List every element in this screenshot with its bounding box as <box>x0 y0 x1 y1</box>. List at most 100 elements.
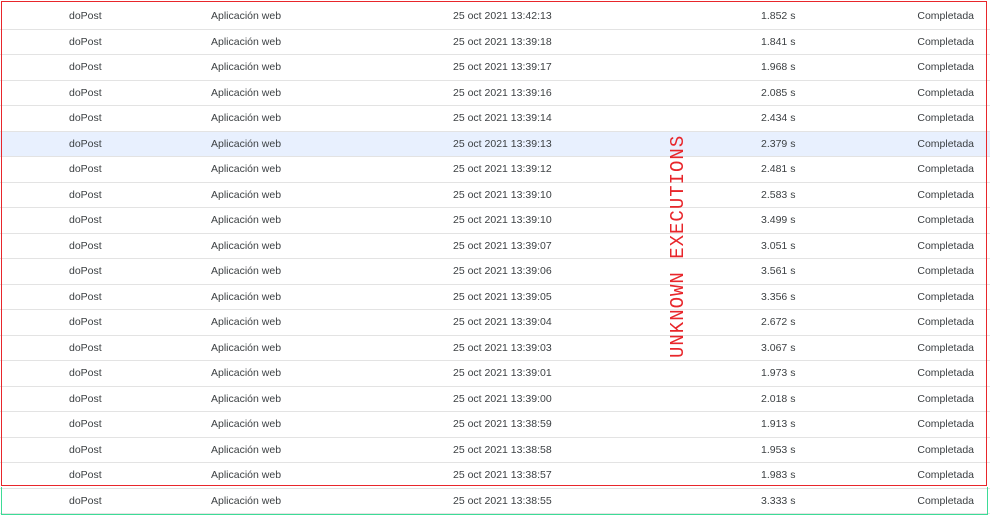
unknown-executions-annotation: UNKNOWN EXECUTIONS <box>667 134 689 358</box>
row-function: doPost <box>69 290 102 303</box>
row-status: Completada <box>917 290 974 303</box>
row-duration: 1.983 s <box>761 469 796 481</box>
row-type: Aplicación web <box>211 341 282 354</box>
row-status: Completada <box>917 341 974 354</box>
row-duration: 3.356 s <box>761 290 796 303</box>
table-row[interactable]: doPost Aplicación web 25 oct 2021 13:42:13… <box>0 4 990 30</box>
row-start-time: 25 oct 2021 13:38:57 <box>453 469 552 481</box>
row-function: doPost <box>69 341 102 354</box>
row-status: Completada <box>917 239 974 252</box>
row-type: Aplicación web <box>211 137 282 150</box>
row-duration: 2.434 s <box>761 112 796 124</box>
row-function: doPost <box>69 137 102 150</box>
row-type: Aplicación web <box>211 469 282 481</box>
row-duration: 1.973 s <box>761 367 796 379</box>
row-duration: 2.379 s <box>761 137 796 150</box>
row-duration: 2.481 s <box>761 163 796 175</box>
row-start-time: 25 oct 2021 13:39:18 <box>453 35 552 48</box>
row-duration: 1.841 s <box>761 35 796 48</box>
table-row[interactable]: doPost Aplicación web 25 oct 2021 13:39:12… <box>0 157 990 183</box>
row-function: doPost <box>69 418 102 430</box>
row-duration: 3.333 s <box>761 494 796 507</box>
row-status: Completada <box>917 469 974 481</box>
table-row[interactable]: doPost Aplicación web 25 oct 2021 13:39:03… <box>0 336 990 361</box>
row-duration: 3.051 s <box>761 239 796 252</box>
table-row[interactable]: doPost Aplicación web 25 oct 2021 13:39:05… <box>0 285 990 310</box>
executions-table: doPost Aplicación web 25 oct 2021 13:42:13… <box>0 4 990 514</box>
row-duration: 1.968 s <box>761 61 796 73</box>
row-duration: 1.852 s <box>761 10 796 22</box>
row-type: Aplicación web <box>211 494 282 507</box>
table-row[interactable]: doPost Aplicación web 25 oct 2021 13:39:04… <box>0 310 990 336</box>
row-type: Aplicación web <box>211 86 282 99</box>
row-start-time: 25 oct 2021 13:39:12 <box>453 163 552 175</box>
row-status: Completada <box>917 392 974 405</box>
table-row[interactable]: doPost Aplicación web 25 oct 2021 13:38:55… <box>0 489 990 514</box>
row-status: Completada <box>917 163 974 175</box>
table-row[interactable]: doPost Aplicación web 25 oct 2021 13:39:10… <box>0 208 990 234</box>
row-type: Aplicación web <box>211 112 282 124</box>
row-status: Completada <box>917 367 974 379</box>
row-function: doPost <box>69 469 102 481</box>
row-start-time: 25 oct 2021 13:42:13 <box>453 10 552 22</box>
row-duration: 2.672 s <box>761 316 796 328</box>
table-row[interactable]: doPost Aplicación web 25 oct 2021 13:39:14… <box>0 106 990 132</box>
row-status: Completada <box>917 418 974 430</box>
row-function: doPost <box>69 163 102 175</box>
row-function: doPost <box>69 61 102 73</box>
row-function: doPost <box>69 35 102 48</box>
row-status: Completada <box>917 137 974 150</box>
row-status: Completada <box>917 214 974 226</box>
row-function: doPost <box>69 367 102 379</box>
table-row[interactable]: doPost Aplicación web 25 oct 2021 13:39:17… <box>0 55 990 81</box>
row-type: Aplicación web <box>211 214 282 226</box>
table-row[interactable]: doPost Aplicación web 25 oct 2021 13:39:01… <box>0 361 990 387</box>
row-duration: 3.499 s <box>761 214 796 226</box>
row-function: doPost <box>69 214 102 226</box>
row-duration: 2.583 s <box>761 188 796 201</box>
row-function: doPost <box>69 239 102 252</box>
row-duration: 2.018 s <box>761 392 796 405</box>
table-row[interactable]: doPost Aplicación web 25 oct 2021 13:39:13… <box>0 131 990 157</box>
row-type: Aplicación web <box>211 367 282 379</box>
row-type: Aplicación web <box>211 163 282 175</box>
row-type: Aplicación web <box>211 188 282 201</box>
row-start-time: 25 oct 2021 13:38:55 <box>453 494 552 507</box>
table-row[interactable]: doPost Aplicación web 25 oct 2021 13:38:59… <box>0 412 990 438</box>
row-type: Aplicación web <box>211 265 282 277</box>
row-status: Completada <box>917 35 974 48</box>
row-start-time: 25 oct 2021 13:39:13 <box>453 137 552 150</box>
table-row[interactable]: doPost Aplicación web 25 oct 2021 13:39:06… <box>0 259 990 285</box>
row-duration: 1.953 s <box>761 443 796 456</box>
table-row[interactable]: doPost Aplicación web 25 oct 2021 13:39:10… <box>0 183 990 208</box>
row-type: Aplicación web <box>211 392 282 405</box>
row-start-time: 25 oct 2021 13:39:10 <box>453 214 552 226</box>
row-function: doPost <box>69 86 102 99</box>
table-row[interactable]: doPost Aplicación web 25 oct 2021 13:39:16… <box>0 81 990 106</box>
row-duration: 3.561 s <box>761 265 796 277</box>
table-row[interactable]: doPost Aplicación web 25 oct 2021 13:38:58… <box>0 438 990 463</box>
row-type: Aplicación web <box>211 443 282 456</box>
row-function: doPost <box>69 392 102 405</box>
row-function: doPost <box>69 265 102 277</box>
row-start-time: 25 oct 2021 13:39:05 <box>453 290 552 303</box>
table-row[interactable]: doPost Aplicación web 25 oct 2021 13:39:07… <box>0 234 990 259</box>
row-function: doPost <box>69 112 102 124</box>
table-row[interactable]: doPost Aplicación web 25 oct 2021 13:39:18… <box>0 30 990 55</box>
row-start-time: 25 oct 2021 13:39:16 <box>453 86 552 99</box>
row-start-time: 25 oct 2021 13:39:04 <box>453 316 552 328</box>
row-type: Aplicación web <box>211 10 282 22</box>
row-duration: 1.913 s <box>761 418 796 430</box>
row-status: Completada <box>917 188 974 201</box>
row-type: Aplicación web <box>211 418 282 430</box>
table-row[interactable]: doPost Aplicación web 25 oct 2021 13:39:00… <box>0 387 990 412</box>
table-row[interactable]: doPost Aplicación web 25 oct 2021 13:38:57… <box>0 463 990 489</box>
executions-page: doPost Aplicación web 25 oct 2021 13:42:13… <box>0 0 999 516</box>
row-status: Completada <box>917 316 974 328</box>
row-duration: 3.067 s <box>761 341 796 354</box>
row-status: Completada <box>917 61 974 73</box>
row-start-time: 25 oct 2021 13:39:01 <box>453 367 552 379</box>
row-duration: 2.085 s <box>761 86 796 99</box>
row-function: doPost <box>69 10 102 22</box>
row-function: doPost <box>69 316 102 328</box>
